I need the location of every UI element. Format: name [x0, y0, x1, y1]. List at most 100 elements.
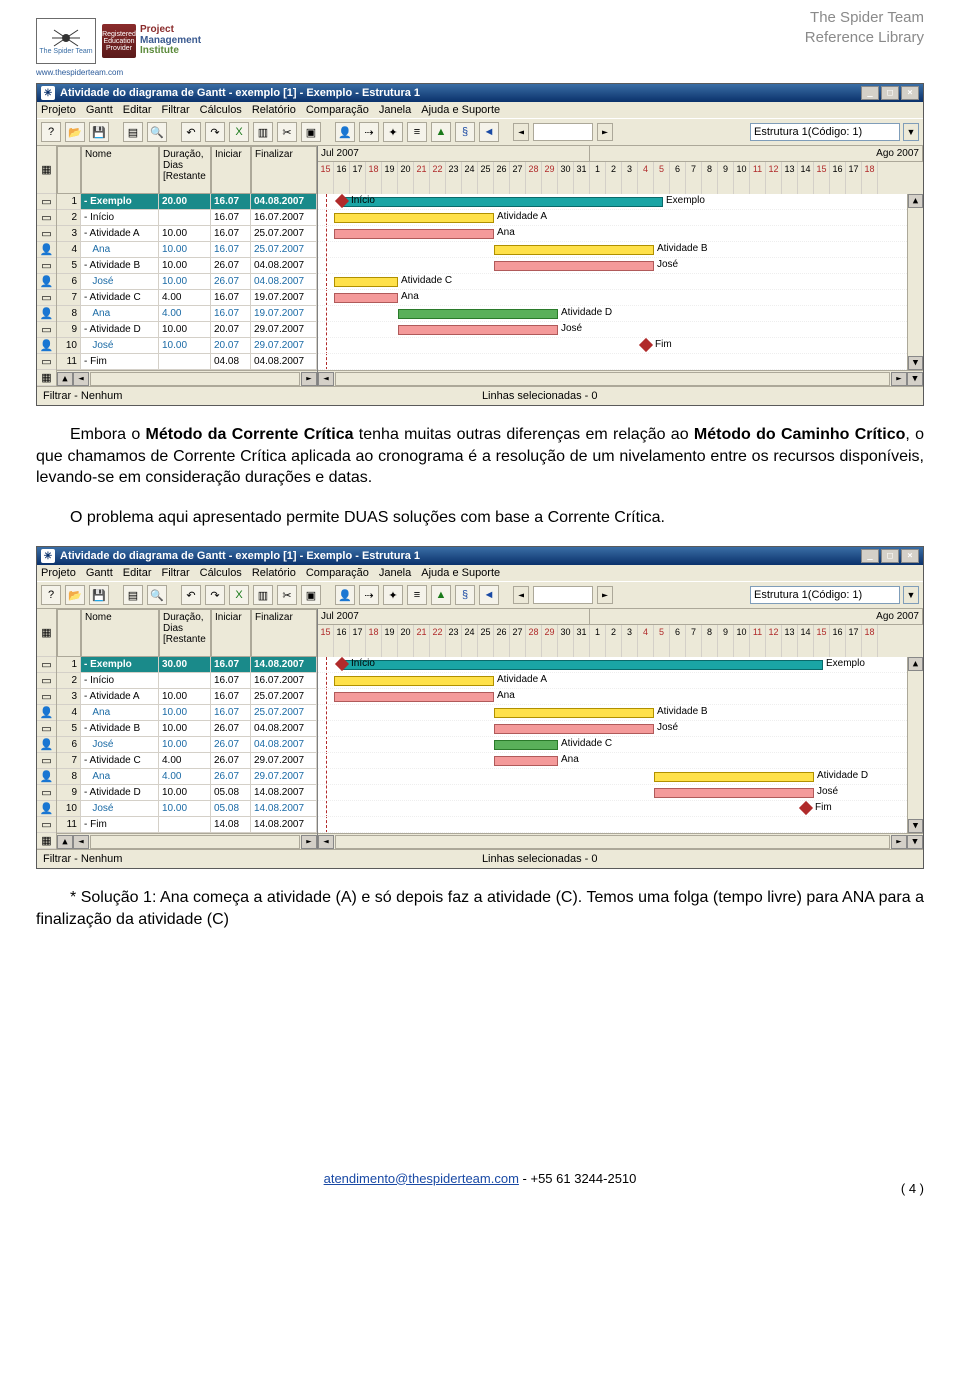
- help-icon[interactable]: ?: [41, 122, 61, 142]
- cell-nome[interactable]: - Fim: [81, 354, 159, 370]
- chart-vscroll[interactable]: ▲▼: [907, 657, 923, 833]
- cell-duracao[interactable]: 10.00: [159, 338, 211, 354]
- task-row-icon[interactable]: ▭: [37, 785, 56, 801]
- table-row[interactable]: 7- Atividade C4.0016.0719.07.2007: [57, 290, 317, 306]
- form-icon[interactable]: ▤: [123, 585, 143, 605]
- milestone-diamond[interactable]: [335, 194, 349, 208]
- cell-nome[interactable]: Ana: [81, 769, 159, 785]
- table-row[interactable]: 1- Exemplo20.0016.0704.08.2007: [57, 194, 317, 210]
- cell-iniciar[interactable]: 16.07: [211, 657, 251, 673]
- cell-iniciar[interactable]: 26.07: [211, 769, 251, 785]
- cell-nome[interactable]: - Atividade A: [81, 689, 159, 705]
- table-row[interactable]: 5- Atividade B10.0026.0704.08.2007: [57, 258, 317, 274]
- cell-finalizar[interactable]: 04.08.2007: [251, 354, 317, 370]
- menu-item[interactable]: Cálculos: [200, 567, 242, 579]
- menu-item[interactable]: Ajuda e Suporte: [421, 104, 500, 116]
- cell-finalizar[interactable]: 29.07.2007: [251, 753, 317, 769]
- cell-duracao[interactable]: 10.00: [159, 242, 211, 258]
- cell-duracao[interactable]: 10.00: [159, 721, 211, 737]
- cell-iniciar[interactable]: 16.07: [211, 210, 251, 226]
- menu-item[interactable]: Relatório: [252, 567, 296, 579]
- cell-iniciar[interactable]: 20.07: [211, 322, 251, 338]
- combo-dropdown-icon[interactable]: ▼: [903, 586, 919, 604]
- table-row[interactable]: 10 José10.0005.0814.08.2007: [57, 801, 317, 817]
- table-row[interactable]: 1- Exemplo30.0016.0714.08.2007: [57, 657, 317, 673]
- nav-next[interactable]: ►: [597, 586, 613, 604]
- calendar-icon[interactable]: ✦: [383, 585, 403, 605]
- menu-item[interactable]: Ajuda e Suporte: [421, 567, 500, 579]
- gantt-bar[interactable]: [494, 756, 558, 766]
- chart-hscroll[interactable]: ◄►▼: [318, 370, 923, 386]
- col-finalizar[interactable]: Finalizar: [251, 146, 317, 194]
- excel-icon[interactable]: X: [229, 122, 249, 142]
- link-icon[interactable]: ⇢: [359, 122, 379, 142]
- cut-icon[interactable]: ✂: [277, 585, 297, 605]
- cell-duracao[interactable]: 10.00: [159, 258, 211, 274]
- resource-row-icon[interactable]: 👤: [37, 801, 56, 817]
- resource-row-icon[interactable]: 👤: [37, 769, 56, 785]
- cell-nome[interactable]: José: [81, 801, 159, 817]
- cell-finalizar[interactable]: 14.08.2007: [251, 657, 317, 673]
- open-icon[interactable]: 📂: [65, 122, 85, 142]
- cell-iniciar[interactable]: 26.07: [211, 737, 251, 753]
- cell-finalizar[interactable]: 25.07.2007: [251, 705, 317, 721]
- cell-duracao[interactable]: 10.00: [159, 705, 211, 721]
- nav-prev[interactable]: ◄: [513, 123, 529, 141]
- cell-duracao[interactable]: [159, 673, 211, 689]
- baseline-icon[interactable]: ≡: [407, 122, 427, 142]
- cell-duracao[interactable]: 10.00: [159, 226, 211, 242]
- cell-duracao[interactable]: 30.00: [159, 657, 211, 673]
- zoom-icon[interactable]: 🔍: [147, 122, 167, 142]
- cell-duracao[interactable]: 10.00: [159, 322, 211, 338]
- task-row-icon[interactable]: ▭: [37, 322, 56, 338]
- cut-icon[interactable]: ✂: [277, 122, 297, 142]
- cell-iniciar[interactable]: 16.07: [211, 306, 251, 322]
- nav-track[interactable]: [533, 586, 593, 604]
- cell-iniciar[interactable]: 16.07: [211, 705, 251, 721]
- table-row[interactable]: 2- Início16.0716.07.2007: [57, 210, 317, 226]
- cell-finalizar[interactable]: 16.07.2007: [251, 210, 317, 226]
- cell-finalizar[interactable]: 16.07.2007: [251, 673, 317, 689]
- table-row[interactable]: 7- Atividade C4.0026.0729.07.2007: [57, 753, 317, 769]
- task-row-icon[interactable]: ▭: [37, 290, 56, 306]
- cell-iniciar[interactable]: 04.08: [211, 354, 251, 370]
- cell-finalizar[interactable]: 04.08.2007: [251, 274, 317, 290]
- gantt-bar[interactable]: [334, 229, 494, 239]
- cell-nome[interactable]: - Fim: [81, 817, 159, 833]
- cell-duracao[interactable]: 10.00: [159, 274, 211, 290]
- cell-nome[interactable]: - Atividade A: [81, 226, 159, 242]
- table-row[interactable]: 6 José10.0026.0704.08.2007: [57, 274, 317, 290]
- cell-nome[interactable]: - Exemplo: [81, 194, 159, 210]
- titlebar[interactable]: ✳ Atividade do diagrama de Gantt - exemp…: [37, 547, 923, 565]
- gantt-bar[interactable]: [398, 325, 558, 335]
- task-row-icon[interactable]: ▭: [37, 226, 56, 242]
- cell-finalizar[interactable]: 29.07.2007: [251, 769, 317, 785]
- menu-item[interactable]: Filtrar: [162, 104, 190, 116]
- cell-finalizar[interactable]: 14.08.2007: [251, 817, 317, 833]
- menu-item[interactable]: Janela: [379, 567, 411, 579]
- task-row-icon[interactable]: ▭: [37, 194, 56, 210]
- resource-row-icon[interactable]: 👤: [37, 306, 56, 322]
- cell-duracao[interactable]: 4.00: [159, 290, 211, 306]
- filter-icon[interactable]: §: [455, 585, 475, 605]
- close-button[interactable]: ×: [901, 86, 919, 100]
- help-icon[interactable]: ?: [41, 585, 61, 605]
- col-duracao[interactable]: Duração, Dias [Restante: [159, 609, 211, 657]
- task-row-icon[interactable]: ▭: [37, 258, 56, 274]
- milestone-diamond[interactable]: [639, 338, 653, 352]
- cell-finalizar[interactable]: 19.07.2007: [251, 290, 317, 306]
- cell-duracao[interactable]: 10.00: [159, 689, 211, 705]
- cell-iniciar[interactable]: 16.07: [211, 226, 251, 242]
- resource-row-icon[interactable]: 👤: [37, 274, 56, 290]
- cell-finalizar[interactable]: 04.08.2007: [251, 721, 317, 737]
- gantt-bar[interactable]: [398, 309, 558, 319]
- cell-nome[interactable]: - Início: [81, 673, 159, 689]
- task-row-icon[interactable]: ▭: [37, 210, 56, 226]
- col-iniciar[interactable]: Iniciar: [211, 609, 251, 657]
- maximize-button[interactable]: □: [881, 549, 899, 563]
- close-button[interactable]: ×: [901, 549, 919, 563]
- milestone-diamond[interactable]: [799, 801, 813, 815]
- minimize-button[interactable]: _: [861, 86, 879, 100]
- chart-vscroll[interactable]: ▲▼: [907, 194, 923, 370]
- cell-iniciar[interactable]: 26.07: [211, 274, 251, 290]
